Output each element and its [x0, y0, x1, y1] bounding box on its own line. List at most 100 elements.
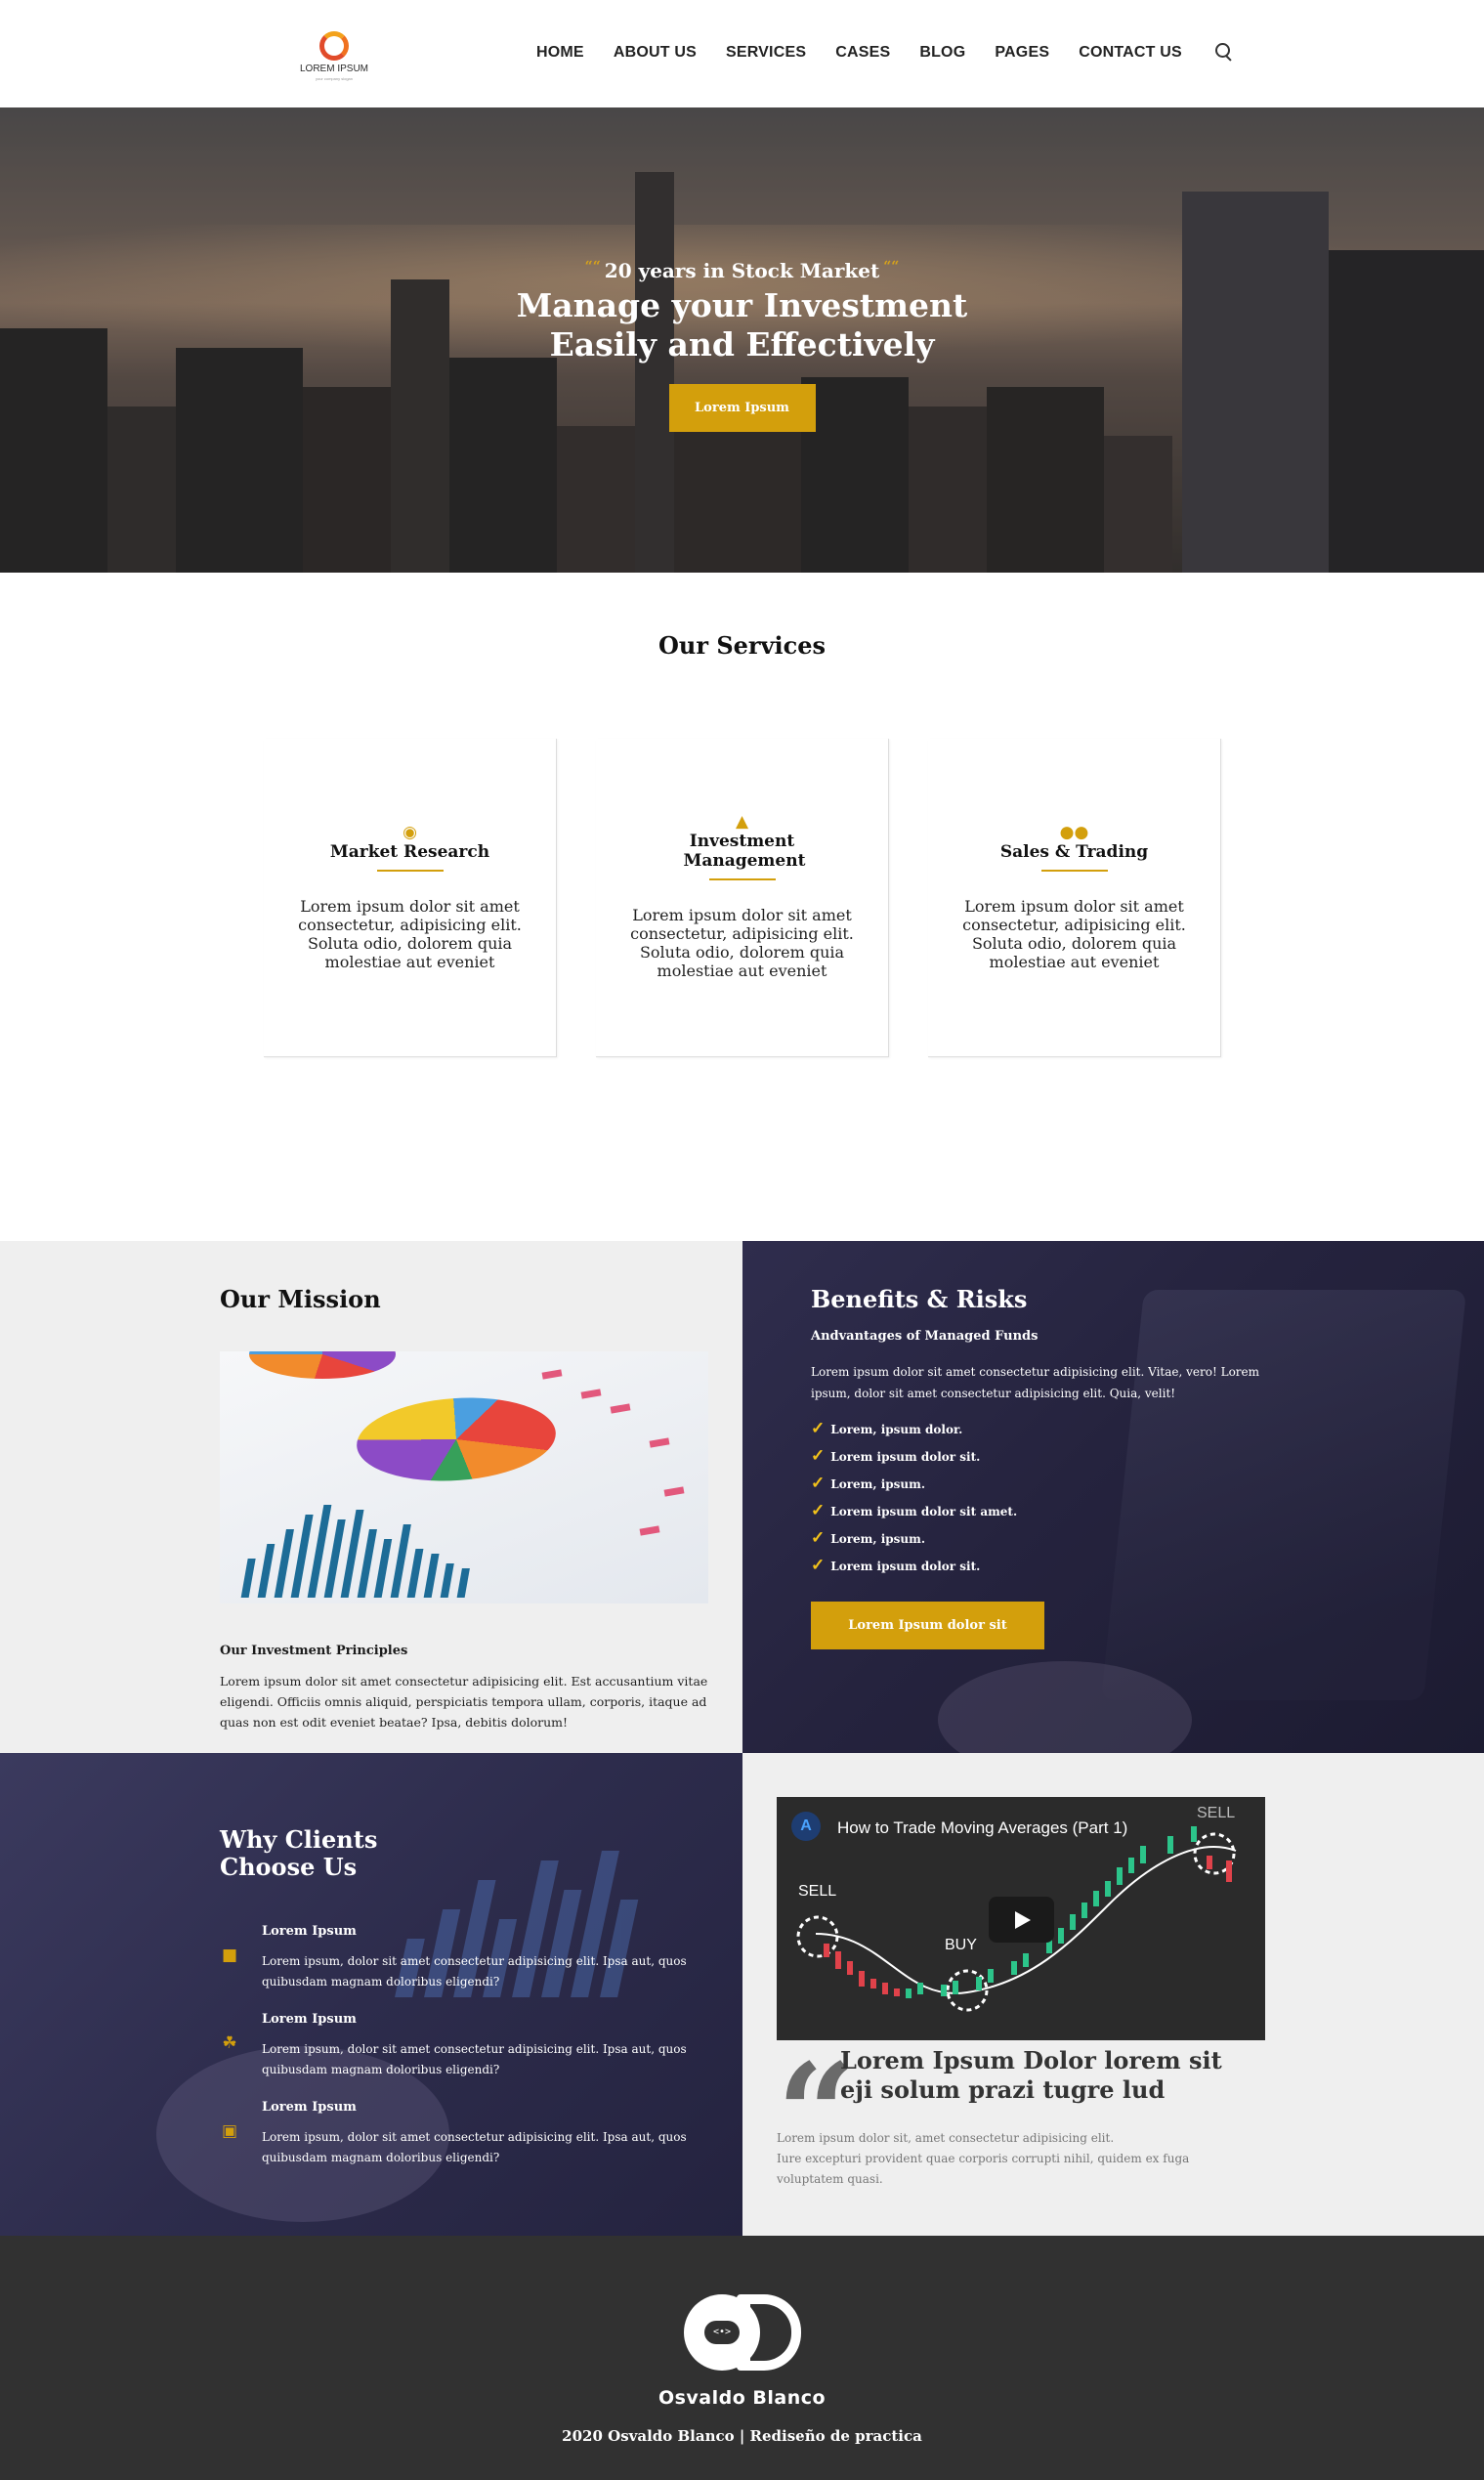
nav-blog[interactable]: BLOG	[919, 44, 965, 62]
feature-text: Lorem ipsum, dolor sit amet consectetur …	[262, 1954, 687, 1988]
quote-text-line-1: Lorem ipsum dolor sit, amet consectetur …	[777, 2131, 1115, 2145]
feature-text: Lorem ipsum, dolor sit amet consectetur …	[262, 2130, 687, 2164]
why-feature: ☘ Lorem Ipsum Lorem ipsum, dolor sit ame…	[220, 2011, 708, 2080]
benefits-content: Benefits & Risks Andvantages of Managed …	[811, 1285, 1260, 1649]
video-player[interactable]: A How to Trade Moving Averages (Part 1) …	[777, 1797, 1265, 2040]
pie-chart-graphic	[354, 1390, 559, 1488]
feature-title: Lorem Ipsum	[262, 2100, 357, 2115]
code-icon	[684, 2294, 760, 2371]
quote-text-line-2: Iure excepturi provident quae corporis c…	[777, 2152, 1190, 2186]
investment-chart-image	[220, 1351, 708, 1603]
site-footer: Osvaldo Blanco 2020 Osvaldo Blanco | Red…	[0, 2236, 1484, 2480]
footer-logo[interactable]	[684, 2294, 801, 2371]
footer-brand-name: Osvaldo Blanco	[657, 2387, 827, 2409]
why-clients-section: Why Clients Choose Us ■ Lorem Ipsum Lore…	[0, 1753, 742, 2236]
quote-text: Lorem ipsum dolor sit, amet consectetur …	[777, 2128, 1236, 2190]
main-nav: HOME ABOUT US SERVICES CASES BLOG PAGES …	[536, 43, 1234, 63]
checklist-item: Lorem ipsum dolor sit amet.	[811, 1498, 1260, 1525]
chart-bar	[440, 1563, 454, 1598]
checklist-item: Lorem ipsum dolor sit.	[811, 1443, 1260, 1471]
chart-marker	[610, 1403, 631, 1414]
mission-text: Lorem ipsum dolor sit amet consectetur a…	[220, 1674, 708, 1730]
services-title: Our Services	[657, 631, 827, 660]
nav-about-us[interactable]: ABOUT US	[614, 44, 697, 62]
bar-chart-graphic	[240, 1505, 482, 1598]
benefits-section: Benefits & Risks Andvantages of Managed …	[742, 1241, 1484, 1753]
nav-services[interactable]: SERVICES	[726, 44, 806, 62]
service-card-divider	[1040, 870, 1108, 872]
logo-text: LOREM IPSUM	[300, 64, 369, 74]
mission-benefits-row: Our Mission Our Investment Principles Lo…	[0, 1241, 1484, 1753]
logo-ring-icon	[319, 31, 349, 61]
nav-home[interactable]: HOME	[536, 44, 584, 62]
search-icon[interactable]	[1214, 43, 1234, 63]
wallet-icon: ▣	[221, 2121, 238, 2141]
feature-title: Lorem Ipsum	[262, 1924, 357, 1939]
why-video-row: Why Clients Choose Us ■ Lorem Ipsum Lore…	[0, 1753, 1484, 2236]
mission-section: Our Mission Our Investment Principles Lo…	[0, 1241, 742, 1753]
hero-title-line-2: Easily and Effectively	[549, 325, 935, 363]
feature-title: Lorem Ipsum	[262, 2012, 357, 2027]
footer-copyright: 2020 Osvaldo Blanco | Rediseño de practi…	[562, 2427, 922, 2445]
benefits-text: Lorem ipsum dolor sit amet consectetur a…	[811, 1365, 1260, 1400]
chart-marker	[541, 1369, 563, 1380]
service-card-sales-trading[interactable]: ●● Sales & Trading Lorem ipsum dolor sit…	[928, 739, 1221, 1057]
briefcase-icon: ■	[221, 1946, 238, 1965]
nav-cases[interactable]: CASES	[835, 44, 890, 62]
hero-content: 20 years in Stock Market Manage your Inv…	[0, 259, 1484, 432]
chart-bar	[240, 1559, 256, 1598]
benefits-cta-button[interactable]: Lorem Ipsum dolor sit	[811, 1602, 1044, 1649]
logo[interactable]: LOREM IPSUM your company slogan	[300, 31, 368, 81]
checklist-item: Lorem, ipsum dolor.	[811, 1416, 1260, 1443]
service-card-title: Market Research	[329, 842, 490, 862]
services-section: Our Services ◉ Market Research Lorem ips…	[0, 573, 1484, 1241]
chart-marker	[580, 1389, 602, 1399]
service-card-market-research[interactable]: ◉ Market Research Lorem ipsum dolor sit …	[264, 739, 557, 1057]
why-title-line-2: Choose Us	[220, 1853, 358, 1881]
service-card-text: Lorem ipsum dolor sit amet consectetur, …	[630, 906, 854, 980]
people-icon: ●●	[1059, 823, 1089, 842]
site-header: LOREM IPSUM your company slogan HOME ABO…	[0, 0, 1484, 107]
mission-subtitle: Our Investment Principles	[220, 1644, 408, 1658]
play-button-icon[interactable]	[989, 1897, 1054, 1943]
eye-icon: ◉	[403, 823, 417, 842]
hero-title-line-1: Manage your Investment	[516, 286, 968, 324]
chart-bar	[274, 1529, 294, 1598]
checklist-item: Lorem, ipsum.	[811, 1525, 1260, 1553]
chart-marker	[649, 1437, 670, 1448]
checklist-item: Lorem, ipsum.	[811, 1471, 1260, 1498]
chart-marker	[639, 1525, 660, 1536]
nav-contact-us[interactable]: CONTACT US	[1079, 44, 1182, 62]
service-card-divider	[708, 878, 776, 880]
mission-title: Our Mission	[220, 1285, 381, 1313]
service-card-text: Lorem ipsum dolor sit amet consectetur, …	[298, 897, 522, 971]
chart-bar	[456, 1568, 470, 1598]
why-feature: ▣ Lorem Ipsum Lorem ipsum, dolor sit ame…	[220, 2099, 708, 2168]
hero-banner: 20 years in Stock Market Manage your Inv…	[0, 107, 1484, 573]
logo-slogan: your company slogan	[315, 76, 354, 81]
chart-bar	[257, 1544, 276, 1598]
benefits-title: Benefits & Risks	[811, 1285, 1028, 1313]
checklist-item: Lorem ipsum dolor sit.	[811, 1553, 1260, 1580]
benefits-checklist: Lorem, ipsum dolor. Lorem ipsum dolor si…	[811, 1416, 1260, 1580]
hero-cta-button[interactable]: Lorem Ipsum	[668, 384, 816, 432]
chart-bar	[373, 1539, 393, 1598]
service-card-text: Lorem ipsum dolor sit amet consectetur, …	[962, 897, 1186, 971]
feature-text: Lorem ipsum, dolor sit amet consectetur …	[262, 2042, 687, 2076]
chart-bar	[406, 1549, 424, 1598]
service-card-divider	[376, 870, 444, 872]
service-card-title: Sales & Trading	[999, 842, 1149, 862]
plant-icon: ☘	[222, 2033, 237, 2053]
service-card-title: Investment Management	[683, 832, 806, 871]
service-card-investment-management[interactable]: ▲ Investment Management Lorem ipsum dolo…	[596, 739, 889, 1057]
why-clients-title: Why Clients Choose Us	[220, 1826, 377, 1881]
nav-pages[interactable]: PAGES	[995, 44, 1049, 62]
hero-subtitle: 20 years in Stock Market	[0, 259, 1484, 282]
why-title-line-1: Why Clients	[220, 1825, 378, 1854]
hero-title: Manage your Investment Easily and Effect…	[0, 286, 1484, 364]
pie-chart-graphic	[249, 1351, 396, 1379]
chart-bar	[357, 1529, 377, 1598]
benefits-subtitle: Andvantages of Managed Funds	[811, 1329, 1039, 1344]
thumbs-up-icon: ▲	[735, 812, 749, 832]
quote-title: Lorem Ipsum Dolor lorem sit eji solum pr…	[840, 2046, 1222, 2104]
